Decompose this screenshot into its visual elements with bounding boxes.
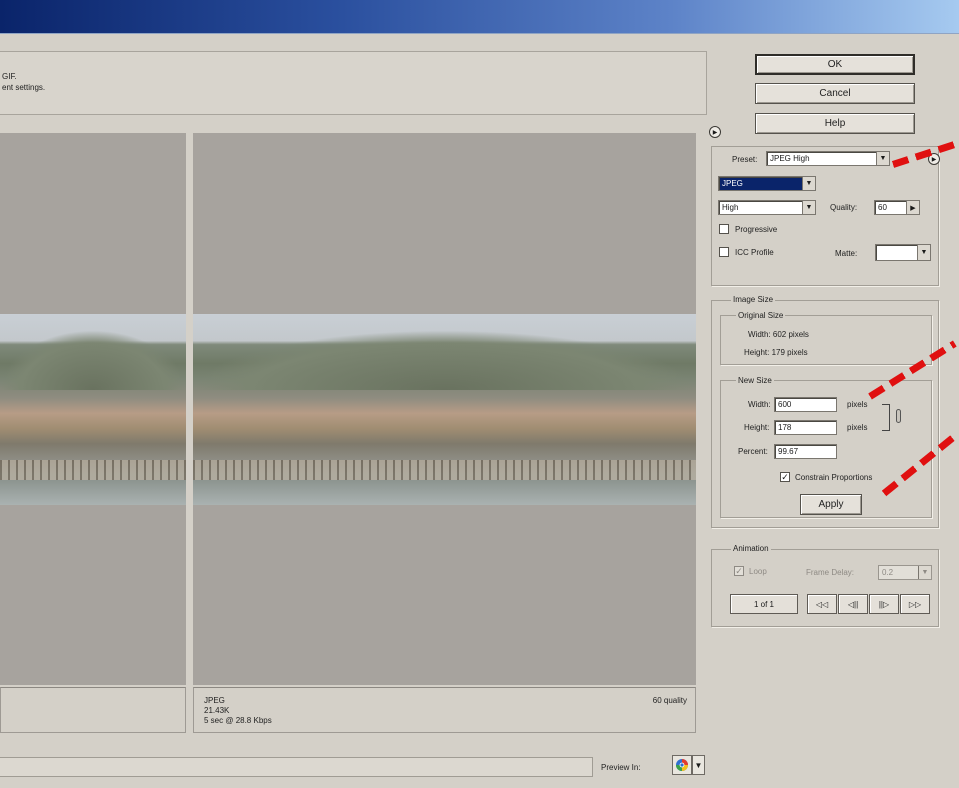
icc-profile-label: ICC Profile — [735, 248, 774, 257]
settings-group — [711, 146, 939, 286]
icc-profile-checkbox[interactable] — [719, 247, 729, 257]
new-size-title: New Size — [736, 376, 774, 385]
cancel-button-label: Cancel — [819, 88, 851, 99]
image-size-title: Image Size — [731, 295, 776, 304]
chevron-down-icon: ▼ — [802, 177, 815, 190]
quality-input[interactable]: 60 ▶ — [874, 200, 920, 215]
download-time: 5 sec @ 28.8 Kbps — [204, 716, 272, 725]
height-input[interactable]: 178 — [774, 420, 837, 435]
last-frame-button[interactable]: ▷▷ — [900, 594, 930, 614]
percent-input[interactable]: 99.67 — [774, 444, 837, 459]
chevron-right-icon: ▶ — [906, 201, 919, 214]
loop-label: Loop — [749, 567, 767, 576]
optimized-quality: 60 quality — [652, 696, 687, 705]
loop-checkbox[interactable]: ✓ — [734, 566, 744, 576]
first-frame-button[interactable]: ◁◁ — [807, 594, 837, 614]
format-select[interactable]: JPEG ▼ — [718, 176, 816, 191]
frame-delay-select[interactable]: 0.2 ▼ — [878, 565, 932, 580]
original-size-title: Original Size — [736, 311, 786, 320]
info-line-1: GIF. — [2, 72, 17, 81]
ok-button-label: OK — [827, 59, 843, 70]
chevron-down-icon: ▼ — [876, 152, 889, 165]
preview-left-footer — [0, 687, 186, 733]
frame-delay-label: Frame Delay: — [806, 568, 855, 577]
animation-title: Animation — [731, 544, 771, 553]
height-unit: pixels — [847, 423, 868, 432]
original-height: Height: 179 pixels — [744, 348, 808, 357]
height-value: 178 — [778, 423, 792, 432]
pane-divider — [186, 133, 193, 733]
next-frame-icon: ||▷ — [878, 599, 890, 609]
percent-value: 99.67 — [778, 447, 799, 456]
help-button-label: Help — [824, 118, 846, 129]
last-frame-icon: ▷▷ — [908, 599, 922, 609]
link-bracket — [882, 404, 890, 431]
frame-delay-value: 0.2 — [882, 568, 894, 577]
format-value: JPEG — [722, 179, 743, 188]
original-size-group — [720, 315, 932, 365]
chevron-down-icon: ▼ — [802, 201, 815, 214]
preset-value: JPEG High — [770, 154, 810, 163]
previous-frame-button[interactable]: ◁|| — [838, 594, 868, 614]
first-frame-icon: ◁◁ — [815, 599, 829, 609]
previous-frame-icon: ◁|| — [847, 599, 859, 609]
frame-counter: 1 of 1 — [730, 594, 798, 614]
matte-label: Matte: — [835, 249, 858, 258]
optimize-menu-button[interactable]: ▶ — [709, 126, 721, 138]
preview-left-pane[interactable] — [0, 133, 186, 685]
animation-group — [711, 549, 939, 627]
original-width: Width: 602 pixels — [748, 330, 809, 339]
preview-left-image — [0, 314, 186, 505]
width-input[interactable]: 600 — [774, 397, 837, 412]
ok-button[interactable]: OK — [755, 54, 915, 75]
preset-select[interactable]: JPEG High ▼ — [766, 151, 890, 166]
progressive-checkbox[interactable] — [719, 224, 729, 234]
optimized-format: JPEG — [204, 696, 225, 705]
constrain-proportions-label: Constrain Proportions — [795, 473, 873, 482]
apply-button[interactable]: Apply — [800, 494, 862, 515]
info-message-box: GIF. ent settings. — [0, 51, 707, 115]
matte-select[interactable]: ▼ — [875, 244, 931, 261]
constrain-proportions-checkbox[interactable]: ✓ — [780, 472, 790, 482]
width-unit: pixels — [847, 400, 868, 409]
web-browser-icon — [676, 759, 688, 771]
height-label: Height: — [744, 423, 770, 432]
chain-link-icon — [896, 409, 901, 423]
quality-label: Quality: — [830, 203, 858, 212]
preview-right-pane[interactable] — [193, 133, 696, 685]
play-icon: ▶ — [931, 156, 937, 163]
cancel-button[interactable]: Cancel — [755, 83, 915, 104]
width-label: Width: — [748, 400, 771, 409]
quality-level-select[interactable]: High ▼ — [718, 200, 816, 215]
quality-value: 60 — [878, 203, 887, 212]
chevron-down-icon: ▼ — [694, 760, 703, 770]
preview-in-label: Preview In: — [601, 763, 641, 772]
info-line-2: ent settings. — [2, 83, 46, 92]
percent-label: Percent: — [738, 447, 768, 456]
preview-right-image — [193, 314, 696, 505]
width-value: 600 — [778, 400, 792, 409]
play-icon: ▶ — [712, 129, 718, 136]
next-frame-button[interactable]: ||▷ — [869, 594, 899, 614]
help-button[interactable]: Help — [755, 113, 915, 134]
quality-level-value: High — [722, 203, 739, 212]
status-bar — [0, 757, 593, 777]
chevron-down-icon: ▼ — [918, 566, 931, 579]
preview-right-footer: JPEG 21.43K 5 sec @ 28.8 Kbps 60 quality — [193, 687, 696, 733]
preset-label: Preset: — [732, 155, 758, 164]
progressive-label: Progressive — [735, 225, 778, 234]
frame-counter-text: 1 of 1 — [753, 599, 774, 609]
window-title-bar[interactable] — [0, 0, 959, 34]
chevron-down-icon: ▼ — [917, 245, 930, 260]
browser-dropdown-button[interactable]: ▼ — [692, 755, 705, 775]
optimized-file-size: 21.43K — [204, 706, 230, 715]
preview-in-browser-button[interactable] — [672, 755, 692, 775]
apply-button-label: Apply — [818, 499, 844, 510]
